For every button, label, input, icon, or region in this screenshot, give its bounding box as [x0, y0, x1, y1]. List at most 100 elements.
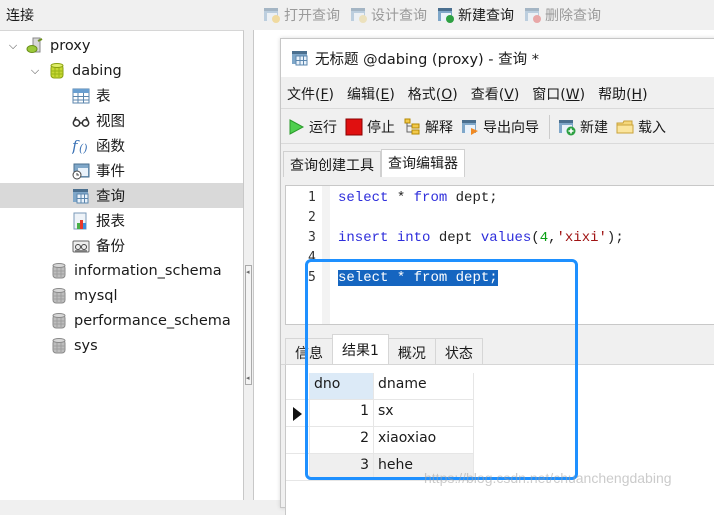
tree-item-label: 查询 — [96, 189, 125, 205]
pane-splitter[interactable]: ◂ ◂ — [244, 30, 253, 500]
code-line[interactable]: select * from dept; — [338, 270, 498, 286]
tree-item[interactable]: 备份 — [72, 233, 125, 258]
watermark: https://blog.csdn.net/chuanchengdabing — [424, 470, 672, 486]
code-token: ( — [531, 230, 540, 246]
event-icon — [72, 162, 90, 180]
result-tab[interactable]: 状态 — [434, 338, 483, 364]
stop-button[interactable]: 停止 — [345, 117, 395, 137]
object-toolbar-button[interactable]: 设计查询 — [346, 3, 431, 27]
code-line[interactable]: insert into dept values(4,'xixi'); — [338, 230, 624, 246]
result-tab[interactable]: 信息 — [285, 338, 333, 364]
database-open-icon — [48, 62, 66, 80]
tree-item[interactable]: sys — [50, 333, 98, 358]
cell-dno[interactable]: 3 — [310, 454, 374, 481]
menu-item[interactable]: 窗口(W) — [532, 84, 585, 104]
menu-item[interactable]: 查看(V) — [471, 84, 520, 104]
cell-dno[interactable]: 1 — [310, 400, 374, 427]
code-line[interactable]: select * from dept; — [338, 190, 498, 206]
tree-item[interactable]: ⌵ proxy — [6, 33, 90, 58]
column-header[interactable]: dname — [374, 373, 474, 400]
tree-item[interactable]: 查询 — [0, 183, 243, 208]
selected-text: select * from dept; — [338, 270, 498, 286]
tree-item[interactable]: performance_schema — [50, 308, 231, 333]
stop-icon — [345, 118, 363, 136]
menu-item[interactable]: 格式(O) — [408, 84, 458, 104]
backup-icon — [72, 237, 90, 255]
splitter-grip[interactable]: ◂ ◂ — [245, 265, 252, 385]
chevron-down-icon[interactable]: ⌵ — [6, 39, 20, 53]
result-tab[interactable]: 结果1 — [332, 334, 389, 364]
tree-item[interactable]: 事件 — [72, 158, 125, 183]
object-toolbar: 打开查询 设计查询 新建查询 删除查询 — [253, 0, 714, 30]
database-icon — [50, 312, 68, 330]
explain-button[interactable]: 解释 — [403, 117, 453, 137]
sql-editor[interactable]: 1 select * from dept; 2 3 insert into dept v… — [285, 185, 714, 325]
menu-item[interactable]: 帮助(H) — [598, 84, 647, 104]
query-icon — [72, 187, 90, 205]
new-query-icon — [437, 7, 455, 23]
code-token: from — [413, 270, 448, 286]
editor-tab[interactable]: 查询创建工具 — [283, 151, 381, 177]
tree-item-label: 表 — [96, 89, 111, 105]
tree-item[interactable]: 视图 — [72, 108, 125, 133]
row-marker[interactable] — [286, 400, 310, 427]
column-header[interactable]: dno — [310, 373, 374, 400]
editor-tab[interactable]: 查询编辑器 — [381, 149, 465, 177]
tree-item[interactable]: 报表 — [72, 208, 125, 233]
export-wizard-button[interactable]: 导出向导 — [461, 117, 539, 137]
row-marker[interactable] — [286, 454, 310, 481]
tree-item-label: mysql — [74, 287, 118, 304]
stop-label: 停止 — [367, 119, 395, 136]
new-button[interactable]: 新建 — [558, 117, 608, 137]
database-icon — [50, 337, 68, 355]
tree-item[interactable]: f() 函数 — [71, 133, 125, 158]
load-button[interactable]: 载入 — [616, 117, 666, 137]
result-grid: dno dname 1 sx 2 xiaoxiao 3 hehe — [285, 365, 714, 515]
code-token: from — [413, 190, 448, 206]
object-toolbar-label: 打开查询 — [284, 8, 340, 24]
line-number: 5 — [308, 270, 316, 285]
row-marker[interactable] — [286, 427, 310, 454]
cell-dname[interactable]: xiaoxiao — [374, 427, 474, 454]
chevron-down-icon[interactable]: ⌵ — [28, 64, 42, 78]
code-token: select — [338, 270, 389, 286]
code-text: insert into dept values(4,'xixi'); — [338, 230, 624, 246]
query-window-titlebar[interactable]: 无标题 @dabing (proxy) - 查询 * — [281, 39, 714, 77]
tree-item-label: 备份 — [96, 239, 125, 255]
menu-item-label: 帮助 — [598, 86, 627, 103]
object-toolbar-button[interactable]: 删除查询 — [520, 3, 605, 27]
menu-item-label: 查看 — [470, 86, 499, 103]
tree-item[interactable]: information_schema — [50, 258, 222, 283]
object-toolbar-button[interactable]: 打开查询 — [259, 3, 344, 27]
object-toolbar-label: 删除查询 — [545, 8, 601, 24]
toolbar-separator — [549, 114, 550, 139]
row-marker-header — [286, 373, 310, 400]
result-tab[interactable]: 概况 — [387, 338, 436, 364]
new-query-icon — [558, 118, 576, 136]
database-icon — [50, 287, 68, 305]
code-token: into — [396, 230, 431, 246]
code-token: 'xixi' — [556, 230, 607, 246]
menu-item-label: 格式 — [407, 86, 436, 103]
menu-accelerator-key: W — [565, 86, 580, 103]
result-tabs: 信息 结果1 概况 状态 — [281, 334, 714, 365]
cell-dname[interactable]: sx — [374, 400, 474, 427]
object-toolbar-button[interactable]: 新建查询 — [433, 3, 518, 27]
tree-item[interactable]: mysql — [50, 283, 118, 308]
connection-pane-header: 连接 — [0, 0, 244, 30]
menu-item[interactable]: 编辑(E) — [347, 84, 395, 104]
collapse-arrow-icon[interactable]: ◂ — [246, 374, 250, 382]
run-button[interactable]: 运行 — [287, 117, 337, 137]
code-token: ); — [606, 230, 624, 246]
connection-pane: 连接 ⌵ proxy ⌵ dabing 表视图 f() 函数 事件查询报表备份 informat… — [0, 0, 244, 500]
tree-item[interactable]: ⌵ dabing — [28, 58, 122, 83]
table-row[interactable]: 2 xiaoxiao — [286, 427, 474, 454]
cell-dno[interactable]: 2 — [310, 427, 374, 454]
menu-item[interactable]: 文件(F) — [287, 84, 334, 104]
tree-item[interactable]: 表 — [72, 83, 111, 108]
code-token: * — [388, 270, 414, 286]
tree-item-label: sys — [74, 337, 98, 354]
table-row[interactable]: 1 sx — [286, 400, 474, 427]
collapse-arrow-icon[interactable]: ◂ — [246, 268, 250, 276]
